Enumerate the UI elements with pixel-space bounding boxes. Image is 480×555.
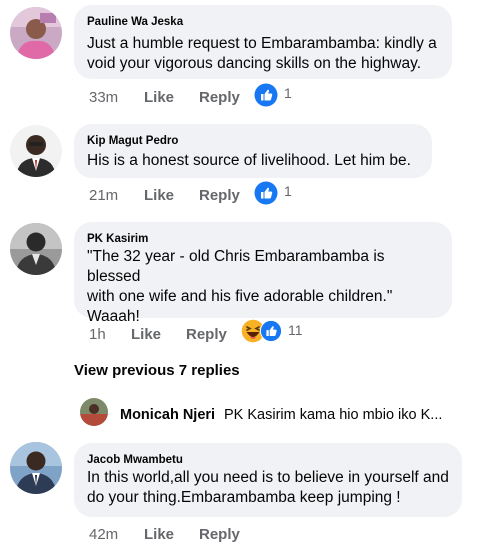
avatar-image xyxy=(10,442,62,494)
reaction-count: 11 xyxy=(288,322,303,338)
comment-text: In this world,all you need is to believe… xyxy=(87,469,449,506)
reaction-summary[interactable]: 1 xyxy=(254,83,304,107)
comment-bubble: Pauline Wa Jeska Just a humble request t… xyxy=(74,5,452,79)
reaction-summary[interactable]: 1 xyxy=(254,181,304,205)
reply-author[interactable]: Monicah Njeri xyxy=(120,407,215,423)
like-button[interactable]: Like xyxy=(144,184,174,208)
avatar-image xyxy=(10,125,62,177)
comment-actions: 33m Like Reply xyxy=(89,86,409,110)
comment-text: "The 32 year - old Chris Embarambamba is… xyxy=(87,248,393,325)
comment-time: 42m xyxy=(89,526,119,543)
reply-text: PK Kasirim kama hio mbio iko K... xyxy=(224,407,443,423)
like-icon xyxy=(260,320,282,342)
comment-time: 21m xyxy=(89,187,119,204)
comment-author[interactable]: Jacob Mwambetu xyxy=(87,454,183,466)
avatar[interactable] xyxy=(10,223,62,275)
avatar-image xyxy=(10,223,62,275)
avatar[interactable] xyxy=(80,398,108,426)
comment-text: Just a humble request to Embarambamba: k… xyxy=(87,35,437,72)
like-icon xyxy=(254,181,278,205)
reply-button[interactable]: Reply xyxy=(199,184,240,208)
comment-author[interactable]: Kip Magut Pedro xyxy=(87,135,178,147)
avatar-image xyxy=(80,398,108,426)
comment-actions: 42m Like Reply xyxy=(89,523,409,547)
reply-button[interactable]: Reply xyxy=(186,323,227,347)
comment-time: 33m xyxy=(89,89,119,106)
like-icon xyxy=(254,83,278,107)
like-button[interactable]: Like xyxy=(144,523,174,547)
comment-author[interactable]: Pauline Wa Jeska xyxy=(87,16,183,28)
comment-bubble: Kip Magut Pedro His is a honest source o… xyxy=(74,124,432,178)
avatar-image xyxy=(10,7,62,59)
like-button[interactable]: Like xyxy=(131,323,161,347)
comment-bubble: PK Kasirim "The 32 year - old Chris Emba… xyxy=(74,222,452,325)
view-previous-replies-link[interactable]: View previous 7 replies xyxy=(74,362,240,379)
reply-preview[interactable]: Monicah Njeri PK Kasirim kama hio mbio i… xyxy=(80,398,470,430)
reaction-summary[interactable]: 11 xyxy=(240,318,310,344)
comment-bubble: Jacob Mwambetu In this world,all you nee… xyxy=(74,443,462,517)
comment-author[interactable]: PK Kasirim xyxy=(87,233,148,245)
reaction-count: 1 xyxy=(284,85,292,101)
reaction-count: 1 xyxy=(284,183,292,199)
comment-actions: 21m Like Reply xyxy=(89,184,409,208)
comment-time: 1h xyxy=(89,326,106,343)
reply-button[interactable]: Reply xyxy=(199,86,240,110)
avatar[interactable] xyxy=(10,7,62,59)
avatar[interactable] xyxy=(10,442,62,494)
reply-button[interactable]: Reply xyxy=(199,523,240,547)
comment-text: His is a honest source of livelihood. Le… xyxy=(87,152,411,169)
like-button[interactable]: Like xyxy=(144,86,174,110)
avatar[interactable] xyxy=(10,125,62,177)
